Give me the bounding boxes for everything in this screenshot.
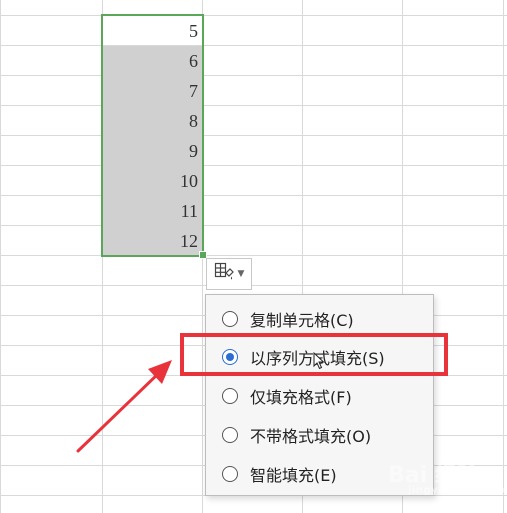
menu-item-label: 智能填充(E) xyxy=(250,466,337,485)
grid-line xyxy=(0,45,507,46)
menu-item-copy-cells[interactable]: 复制单元格(C) xyxy=(206,300,433,338)
radio-button[interactable] xyxy=(222,466,238,482)
autofill-options-icon xyxy=(214,262,234,286)
chevron-down-icon: ▼ xyxy=(237,269,245,279)
cell-value[interactable]: 5 xyxy=(103,16,202,46)
grid-line xyxy=(503,0,504,513)
menu-item-label: 复制单元格(C) xyxy=(250,311,354,330)
grid-line xyxy=(0,0,1,513)
cell-value[interactable]: 10 xyxy=(103,166,202,196)
menu-item-label: 不带格式填充(O) xyxy=(250,427,372,446)
cell-value[interactable]: 12 xyxy=(103,226,202,256)
watermark-url: jingyan.baidu.com xyxy=(408,485,507,496)
grid-line xyxy=(0,195,507,196)
grid-line xyxy=(0,15,507,16)
menu-item-label: 仅填充格式(F) xyxy=(250,388,352,407)
grid-line xyxy=(0,285,507,286)
selected-range[interactable]: 5 6 7 8 9 10 11 12 xyxy=(103,16,202,256)
radio-button[interactable] xyxy=(222,311,238,327)
radio-button[interactable] xyxy=(222,427,238,443)
grid-line xyxy=(0,225,507,226)
grid-line xyxy=(0,135,507,136)
radio-button[interactable] xyxy=(222,388,238,404)
grid-line xyxy=(0,105,507,106)
menu-item-fill-without-formatting[interactable]: 不带格式填充(O) xyxy=(206,416,433,454)
grid-line xyxy=(0,75,507,76)
menu-item-fill-formatting-only[interactable]: 仅填充格式(F) xyxy=(206,377,433,415)
cell-value[interactable]: 7 xyxy=(103,76,202,106)
cell-value[interactable]: 11 xyxy=(103,196,202,226)
mouse-cursor-icon xyxy=(313,351,325,374)
cell-value[interactable]: 6 xyxy=(103,46,202,76)
autofill-options-button[interactable]: ▼ xyxy=(206,258,252,290)
cell-value[interactable]: 9 xyxy=(103,136,202,166)
grid-line xyxy=(0,255,507,256)
grid-line xyxy=(0,165,507,166)
cell-value[interactable]: 8 xyxy=(103,106,202,136)
watermark: Bai 经验 jingyan.baidu.com xyxy=(388,457,507,507)
radio-button-selected[interactable] xyxy=(222,349,238,365)
